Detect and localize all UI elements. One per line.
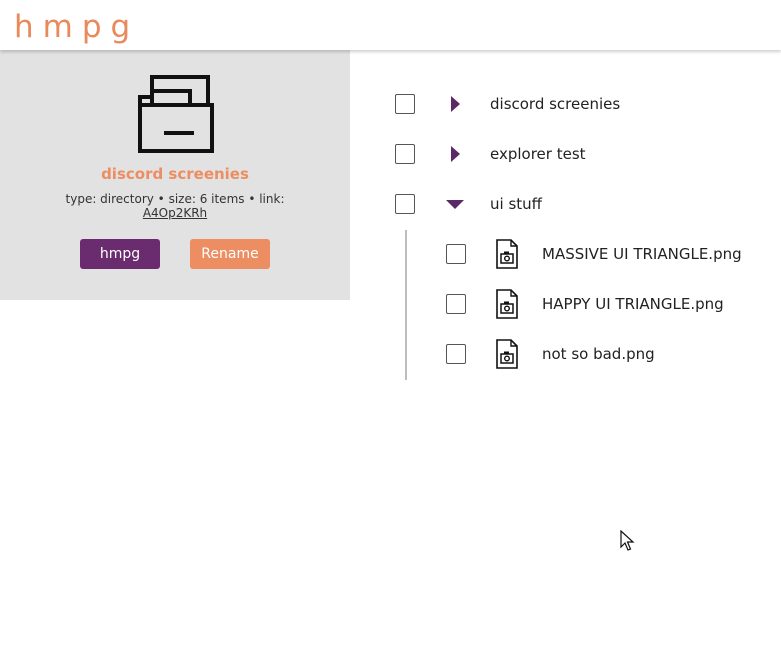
file-label[interactable]: not so bad.png [542,344,655,364]
tree-row-folder[interactable]: ui stuff [395,189,695,219]
tree-row-folder[interactable]: discord screenies [395,89,695,119]
rename-button[interactable]: Rename [190,239,270,269]
meta-text: type: directory • size: 6 items • link: [65,192,285,206]
row-checkbox[interactable] [446,244,466,264]
owner-button[interactable]: hmpg [80,239,160,269]
caret-right-icon[interactable] [449,96,463,112]
top-bar: hmpg [0,0,781,50]
share-link[interactable]: A4Op2KRh [143,206,207,220]
folder-label[interactable]: discord screenies [490,94,620,114]
row-checkbox[interactable] [395,94,415,114]
row-checkbox[interactable] [446,294,466,314]
file-label[interactable]: MASSIVE UI TRIANGLE.png [542,244,742,264]
image-file-icon [496,239,518,269]
tree-row-file[interactable]: MASSIVE UI TRIANGLE.png [446,239,776,269]
tree-row-file[interactable]: not so bad.png [446,339,776,369]
mouse-cursor-icon [620,530,635,551]
file-label[interactable]: HAPPY UI TRIANGLE.png [542,294,724,314]
folder-stack-icon [138,75,214,153]
image-file-icon [496,289,518,319]
row-checkbox[interactable] [395,194,415,214]
row-checkbox[interactable] [446,344,466,364]
selected-item-meta: type: directory • size: 6 items • link: … [40,192,310,220]
tree-indent-line [405,230,407,380]
details-panel: discord screenies type: directory • size… [0,50,350,300]
selected-item-name: discord screenies [101,165,249,183]
caret-down-icon[interactable] [445,196,465,212]
folder-label[interactable]: ui stuff [490,194,542,214]
folder-label[interactable]: explorer test [490,144,586,164]
row-checkbox[interactable] [395,144,415,164]
caret-right-icon[interactable] [449,146,463,162]
tree-row-folder[interactable]: explorer test [395,139,695,169]
tree-row-file[interactable]: HAPPY UI TRIANGLE.png [446,289,776,319]
app-logo[interactable]: hmpg [14,8,139,46]
image-file-icon [496,339,518,369]
